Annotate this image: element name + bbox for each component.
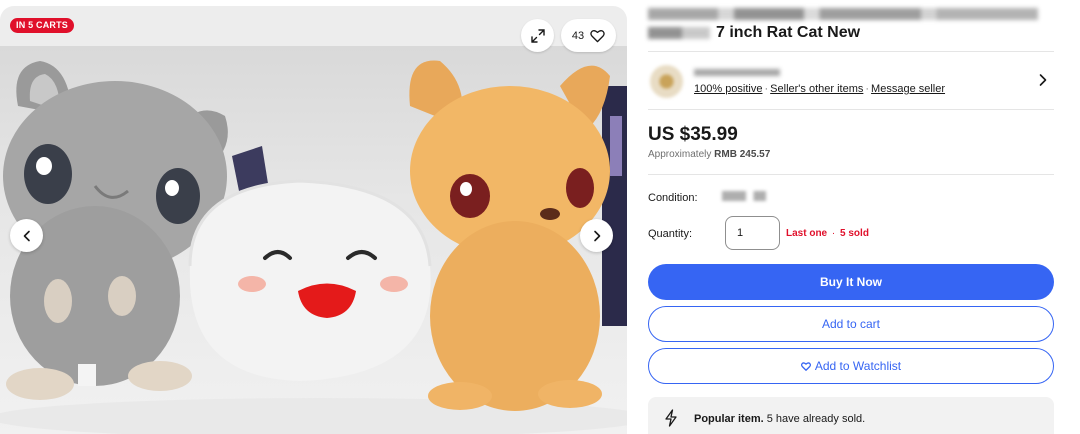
seller-card[interactable]: 100% positive · Seller's other items · Messa… bbox=[648, 61, 1054, 101]
quantity-label: Quantity: bbox=[648, 228, 693, 240]
expand-icon bbox=[530, 28, 545, 43]
condition-label: Condition: bbox=[648, 192, 698, 204]
stock-sold-count: 5 sold bbox=[840, 228, 869, 239]
expand-image-button[interactable] bbox=[521, 19, 554, 52]
popular-item-bold: Popular item. bbox=[694, 413, 764, 425]
buy-it-now-button[interactable]: Buy It Now bbox=[648, 264, 1054, 300]
listing-title: 7 inch Rat Cat New bbox=[648, 24, 860, 42]
seller-other-items-link[interactable]: Seller's other items bbox=[770, 83, 863, 95]
stock-status: Last one · 5 sold bbox=[786, 228, 869, 239]
add-to-watchlist-label: Add to Watchlist bbox=[814, 359, 902, 373]
quantity-input[interactable] bbox=[725, 216, 780, 250]
product-photo[interactable] bbox=[0, 46, 627, 434]
seller-feedback-link[interactable]: 100% positive bbox=[694, 83, 763, 95]
heart-icon bbox=[800, 361, 811, 371]
next-image-button[interactable] bbox=[580, 219, 613, 252]
stock-last-one: Last one bbox=[786, 228, 828, 239]
seller-name-redacted[interactable] bbox=[694, 69, 780, 76]
lightning-icon bbox=[665, 409, 677, 427]
divider bbox=[648, 174, 1054, 175]
divider bbox=[648, 109, 1054, 110]
image-gallery: IN 5 CARTS 43 bbox=[0, 6, 627, 434]
message-seller-link[interactable]: Message seller bbox=[871, 83, 945, 95]
divider bbox=[648, 51, 1054, 52]
watch-count: 43 bbox=[571, 29, 585, 42]
seller-avatar[interactable] bbox=[650, 65, 683, 98]
approx-prefix: Approximately bbox=[648, 149, 712, 160]
white-onigiri-plush bbox=[188, 179, 432, 381]
seller-links: 100% positive · Seller's other items · Messa… bbox=[694, 83, 945, 95]
watch-heart-button[interactable]: 43 bbox=[561, 19, 616, 52]
popular-item-banner: Popular item. 5 have already sold. bbox=[648, 397, 1054, 434]
listing-title-text: 7 inch Rat Cat New bbox=[716, 24, 861, 41]
previous-image-button[interactable] bbox=[10, 219, 43, 252]
title-redacted-prefix bbox=[648, 27, 710, 39]
add-to-watchlist-button[interactable]: Add to Watchlist bbox=[648, 348, 1054, 384]
converted-price: Approximately RMB 245.57 bbox=[648, 149, 770, 160]
popular-item-text: Popular item. 5 have already sold. bbox=[694, 413, 865, 425]
heart-icon bbox=[590, 29, 605, 42]
popular-item-rest: 5 have already sold. bbox=[766, 413, 866, 425]
dot-separator: · bbox=[865, 83, 870, 95]
title-redacted bbox=[648, 8, 1038, 20]
chevron-right-icon[interactable] bbox=[1038, 73, 1048, 87]
listing-panel: 7 inch Rat Cat New 100% positive · Seller'… bbox=[648, 0, 1054, 434]
chevron-right-icon bbox=[593, 230, 600, 241]
condition-value-redacted bbox=[722, 191, 766, 201]
approx-value: RMB 245.57 bbox=[714, 149, 771, 160]
in-carts-badge: IN 5 CARTS bbox=[10, 18, 75, 33]
stock-separator: · bbox=[831, 228, 836, 239]
chevron-left-icon bbox=[23, 230, 30, 241]
add-to-cart-button[interactable]: Add to cart bbox=[648, 306, 1054, 342]
item-price: US $35.99 bbox=[648, 124, 738, 145]
